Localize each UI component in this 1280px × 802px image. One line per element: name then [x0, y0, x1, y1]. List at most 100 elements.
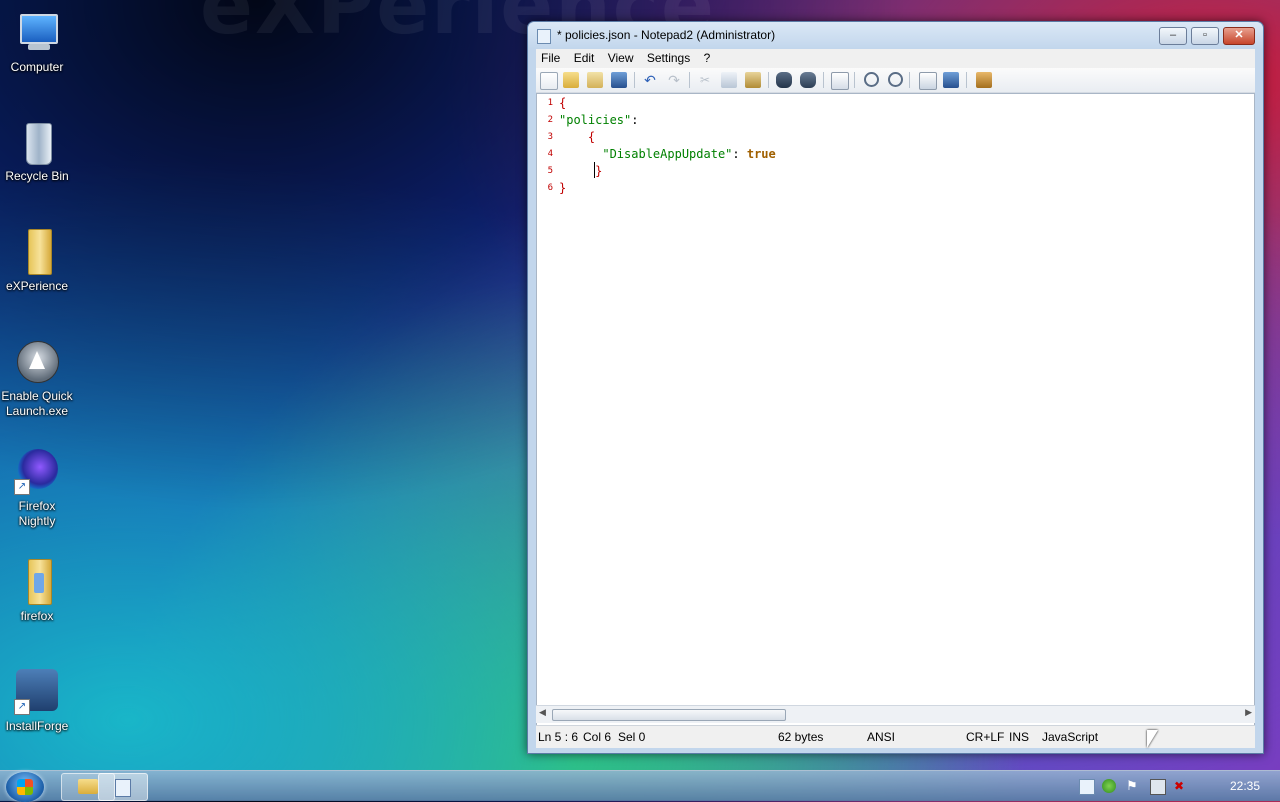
code-line: }: [559, 181, 566, 195]
notepad2-window: * policies.json - Notepad2 (Administrato…: [527, 21, 1264, 754]
code-token: {: [559, 96, 567, 110]
menu-file[interactable]: File: [536, 49, 565, 67]
title-bar[interactable]: * policies.json - Notepad2 (Administrato…: [528, 22, 1263, 49]
start-button[interactable]: [6, 772, 44, 802]
recycle-bin-icon: [14, 119, 60, 165]
horizontal-scrollbar[interactable]: ◀ ▶: [536, 705, 1255, 723]
maximize-button[interactable]: ▫: [1191, 27, 1219, 45]
shortcut-arrow-icon: ↗: [14, 479, 30, 495]
copy-icon[interactable]: [721, 72, 737, 88]
menu-edit[interactable]: Edit: [569, 49, 600, 67]
status-line-ending[interactable]: CR+LF: [966, 730, 1004, 744]
desktop-icon-label: Computer: [10, 60, 64, 74]
undo-icon[interactable]: ↶: [642, 72, 658, 88]
notepad-icon: [115, 779, 131, 797]
status-lexer[interactable]: JavaScript: [1042, 730, 1098, 744]
code-editor[interactable]: 1 2 3 4 5 6 { "policies": { "DisableAppUp…: [536, 93, 1255, 729]
cut-icon[interactable]: ✂: [697, 72, 713, 88]
menu-bar: File Edit View Settings ?: [536, 49, 1255, 68]
status-encoding[interactable]: ANSI: [867, 730, 895, 744]
tray-notepad-icon[interactable]: [1079, 779, 1095, 795]
code-line: {: [559, 96, 566, 110]
desktop-icon-label: Enable Quick Launch.exe: [1, 389, 73, 418]
line-number: 5: [547, 166, 553, 176]
desktop-icon-experience[interactable]: eXPerience: [0, 229, 74, 294]
toolbar-separator: [689, 72, 690, 88]
replace-icon[interactable]: [800, 72, 816, 88]
taskbar-clock[interactable]: 22:35: [1230, 779, 1260, 793]
desktop-icon-recycle-bin[interactable]: Recycle Bin: [0, 119, 74, 184]
status-file-size: 62 bytes: [778, 730, 824, 744]
save-icon[interactable]: [611, 72, 627, 88]
desktop-icon-label: firefox: [20, 609, 54, 623]
close-icon: ✕: [1234, 29, 1244, 41]
status-selection: Sel 0: [618, 730, 646, 744]
shortcut-arrow-icon: ↗: [14, 699, 30, 715]
desktop-icon-firefox-folder[interactable]: firefox: [0, 559, 74, 624]
menu-settings[interactable]: Settings: [642, 49, 695, 67]
line-number: 1: [547, 98, 553, 108]
folder-icon: [78, 779, 98, 794]
status-column: Col 6: [583, 730, 612, 744]
toolbar: ↶ ↷ ✂: [536, 68, 1255, 93]
customize-scheme-icon[interactable]: [943, 72, 959, 88]
status-insert-mode[interactable]: INS: [1009, 730, 1029, 744]
line-number: 2: [547, 115, 553, 125]
paste-icon[interactable]: [745, 72, 761, 88]
menu-help[interactable]: ?: [699, 49, 716, 67]
zoom-out-icon[interactable]: [888, 72, 903, 87]
scheme-icon[interactable]: [919, 72, 937, 90]
line-number-gutter: 1 2 3 4 5 6: [537, 94, 555, 728]
app-launcher-icon: [14, 339, 60, 385]
new-file-icon[interactable]: [540, 72, 558, 90]
code-line: }: [559, 164, 602, 178]
code-line: {: [559, 130, 595, 144]
tray-network-icon[interactable]: [1150, 779, 1166, 795]
line-number: 3: [547, 132, 553, 142]
close-button[interactable]: ✕: [1223, 27, 1255, 45]
notepad-icon: [537, 29, 551, 44]
toolbar-separator: [854, 72, 855, 88]
desktop-icon-enable-quick-launch[interactable]: Enable Quick Launch.exe: [0, 339, 74, 419]
desktop-icon-label: Recycle Bin: [5, 169, 69, 183]
desktop-icon-computer[interactable]: Computer: [0, 10, 74, 75]
desktop-icon-label: Firefox Nightly: [18, 499, 56, 528]
computer-icon: [14, 10, 60, 56]
zoom-in-icon[interactable]: [864, 72, 879, 87]
find-icon[interactable]: [776, 72, 792, 88]
toolbar-separator: [823, 72, 824, 88]
exit-icon[interactable]: [976, 72, 992, 88]
toolbar-separator: [966, 72, 967, 88]
minimize-icon: –: [1169, 29, 1177, 41]
code-line: "policies":: [559, 113, 638, 127]
window-title: * policies.json - Notepad2 (Administrato…: [557, 28, 776, 42]
code-line: "DisableAppUpdate": true: [559, 147, 775, 161]
menu-view[interactable]: View: [603, 49, 639, 67]
code-token: }: [559, 164, 603, 178]
tray-volume-muted-icon[interactable]: ✖: [1174, 779, 1188, 793]
tray-action-center-flag-icon[interactable]: ⚑: [1126, 779, 1140, 793]
scroll-right-icon[interactable]: ▶: [1245, 707, 1252, 718]
word-wrap-icon[interactable]: [831, 72, 849, 90]
redo-icon[interactable]: ↷: [666, 72, 682, 88]
text-cursor: [594, 162, 595, 178]
installforge-icon: ↗: [14, 669, 60, 715]
desktop-icon-label: eXPerience: [5, 279, 69, 293]
scroll-left-icon[interactable]: ◀: [539, 707, 546, 718]
minimize-button[interactable]: –: [1159, 27, 1187, 45]
toolbar-separator: [634, 72, 635, 88]
code-token: "DisableAppUpdate": [559, 147, 733, 161]
line-number: 4: [547, 149, 553, 159]
toolbar-separator: [768, 72, 769, 88]
firefox-nightly-icon: ↗: [14, 449, 60, 495]
mouse-pointer-icon: [1147, 730, 1158, 748]
taskbar-notepad2-button[interactable]: [98, 773, 148, 801]
desktop-icon-installforge[interactable]: ↗ InstallForge: [0, 669, 74, 734]
code-token: :: [631, 113, 639, 127]
scroll-thumb[interactable]: [552, 709, 786, 721]
tray-security-icon[interactable]: [1102, 779, 1116, 793]
browse-icon[interactable]: [587, 72, 603, 88]
desktop-icon-firefox-nightly[interactable]: ↗ Firefox Nightly: [0, 449, 74, 529]
desktop-icon-label: InstallForge: [5, 719, 69, 733]
open-folder-icon[interactable]: [563, 72, 579, 88]
